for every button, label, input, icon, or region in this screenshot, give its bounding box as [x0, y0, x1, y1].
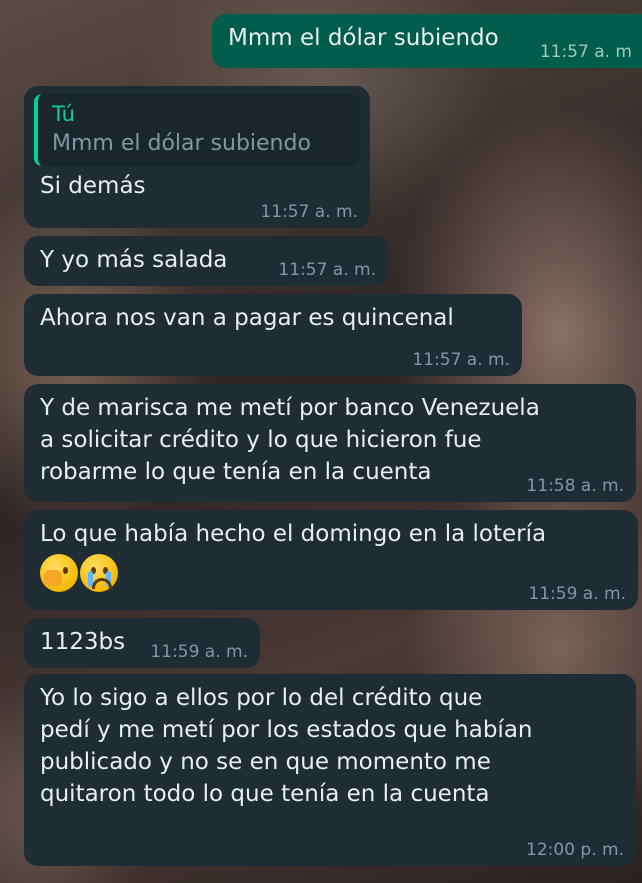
message-text: Si demás [40, 173, 146, 199]
message-timestamp: 11:57 a. m [539, 42, 632, 62]
incoming-message[interactable]: Ahora nos van a pagar es quincenal 11:57… [24, 294, 522, 376]
message-text: 1123bs [40, 629, 126, 655]
message-timestamp: 12:00 p. m. [526, 840, 624, 860]
face-with-hand-over-eyes-icon [40, 554, 78, 592]
incoming-reply-message[interactable]: Tú Mmm el dólar subiendo Si demás 11:57 … [24, 86, 370, 228]
incoming-message[interactable]: Y de marisca me metí por banco Venezuela… [24, 384, 636, 502]
quote-author: Tú [52, 102, 75, 126]
message-timestamp: 11:59 a. m. [150, 642, 248, 662]
message-text: Mmm el dólar subiendo [228, 25, 499, 51]
message-timestamp: 11:57 a. m. [260, 202, 358, 222]
quote-text: Mmm el dólar subiendo [52, 131, 311, 156]
message-text: Ahora nos van a pagar es quincenal [40, 305, 454, 331]
message-timestamp: 11:57 a. m. [412, 350, 510, 370]
quoted-message[interactable]: Tú Mmm el dólar subiendo [34, 94, 360, 166]
message-text: Yo lo sigo a ellos por lo del crédito qu… [40, 685, 533, 807]
message-timestamp: 11:57 a. m. [278, 260, 376, 280]
incoming-message[interactable]: Y yo más salada 11:57 a. m. [24, 236, 388, 286]
message-text: Y de marisca me metí por banco Venezuela… [40, 395, 540, 485]
incoming-message[interactable]: Lo que había hecho el domingo en la lote… [24, 510, 638, 610]
message-timestamp: 11:58 a. m. [526, 476, 624, 496]
message-timestamp: 11:59 a. m. [528, 584, 626, 604]
message-text: Y yo más salada [40, 247, 228, 273]
loudly-crying-face-icon [80, 554, 118, 592]
incoming-message[interactable]: 1123bs 11:59 a. m. [24, 618, 260, 668]
outgoing-message[interactable]: Mmm el dólar subiendo 11:57 a. m [212, 14, 642, 68]
message-text: Lo que había hecho el domingo en la lote… [40, 521, 547, 547]
incoming-message[interactable]: Yo lo sigo a ellos por lo del crédito qu… [24, 674, 636, 866]
